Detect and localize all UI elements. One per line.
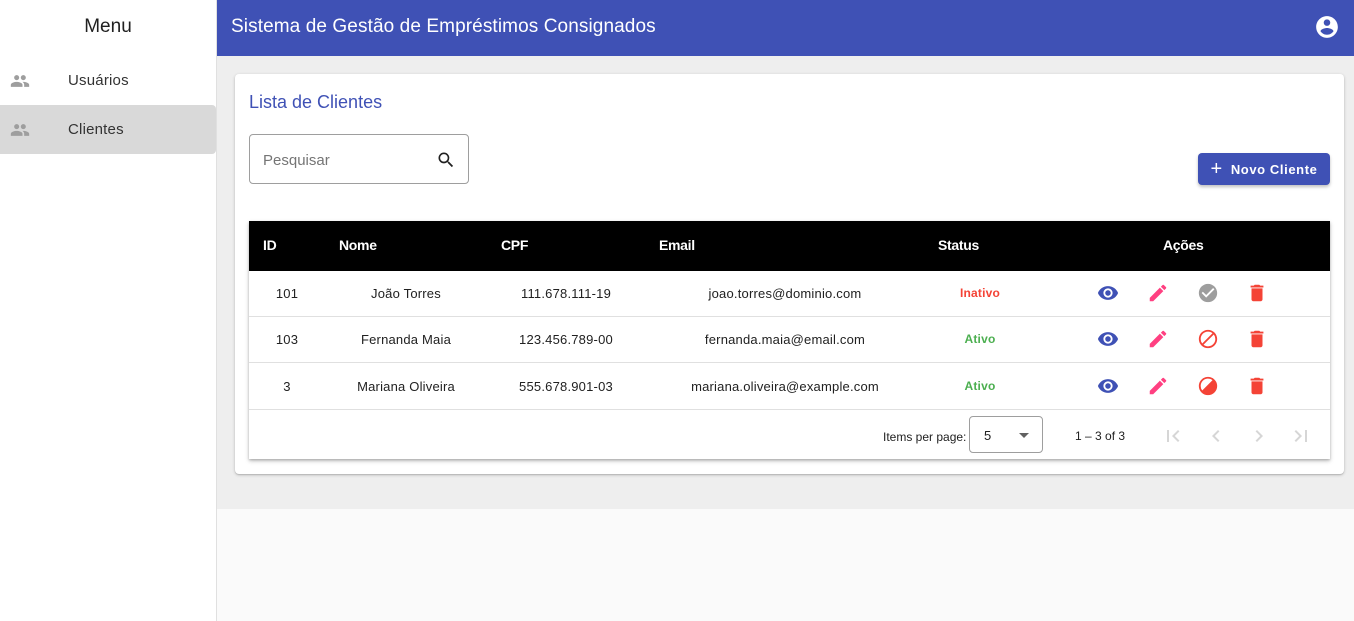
- app-title: Sistema de Gestão de Empréstimos Consign…: [231, 16, 656, 37]
- column-header-status[interactable]: Status: [938, 237, 979, 253]
- items-per-page-label: Items per page:: [883, 430, 967, 444]
- new-client-button[interactable]: + Novo Cliente: [1198, 153, 1330, 185]
- block-icon[interactable]: [1197, 328, 1219, 350]
- people-icon: [10, 75, 30, 87]
- cell-cpf: 123.456.789-00: [519, 332, 613, 347]
- cell-id: 101: [275, 286, 299, 301]
- status-badge: Inativo: [959, 286, 1001, 300]
- table-header: ID Nome CPF Email Status Ações: [249, 221, 1330, 271]
- new-client-label: Novo Cliente: [1230, 161, 1318, 177]
- trash-icon[interactable]: [1246, 328, 1268, 350]
- cell-email: fernanda.maia@email.com: [704, 332, 866, 347]
- sidebar-item-usuarios[interactable]: Usuários: [0, 56, 216, 105]
- next-page-icon[interactable]: [1247, 424, 1271, 448]
- previous-page-icon[interactable]: [1204, 424, 1228, 448]
- cell-nome: Fernanda Maia: [360, 332, 452, 347]
- last-page-icon[interactable]: [1289, 424, 1313, 448]
- page-size-value: 5: [984, 428, 992, 443]
- plus-icon: +: [1210, 158, 1223, 180]
- status-badge: Ativo: [964, 332, 996, 346]
- sidebar-item-label: Clientes: [68, 121, 124, 138]
- eye-icon[interactable]: [1097, 328, 1119, 350]
- sidebar-item-label: Usuários: [68, 72, 129, 89]
- app-header: Sistema de Gestão de Empréstimos Consign…: [217, 0, 1354, 56]
- check-circle-icon[interactable]: [1197, 282, 1219, 304]
- people-icon: [10, 124, 30, 136]
- cell-id: 103: [275, 332, 299, 347]
- eye-icon[interactable]: [1097, 282, 1119, 304]
- account-circle-icon[interactable]: [1314, 14, 1340, 40]
- cell-nome: João Torres: [371, 286, 441, 301]
- sidebar: Menu Usuários Clientes: [0, 0, 217, 621]
- page-range-label: 1 – 3 of 3: [1075, 429, 1126, 443]
- column-header-nome[interactable]: Nome: [339, 237, 377, 253]
- pencil-icon[interactable]: [1147, 328, 1169, 350]
- column-header-cpf[interactable]: CPF: [501, 237, 528, 253]
- search-icon[interactable]: [436, 150, 456, 170]
- trash-icon[interactable]: [1246, 282, 1268, 304]
- table-row: 103 Fernanda Maia 123.456.789-00 fernand…: [249, 317, 1330, 363]
- first-page-icon[interactable]: [1161, 424, 1185, 448]
- column-header-acoes: Ações: [1163, 237, 1204, 253]
- page-size-select[interactable]: 5: [969, 416, 1043, 453]
- paginator: Items per page: 5 1 – 3 of 3: [249, 361, 1330, 459]
- column-header-id[interactable]: ID: [263, 237, 277, 253]
- search-field[interactable]: [249, 134, 469, 184]
- chevron-down-icon: [1019, 433, 1029, 438]
- clients-card: Lista de Clientes + Novo Cliente ID Nome…: [235, 74, 1344, 474]
- cell-cpf: 111.678.111-19: [520, 286, 612, 301]
- clients-table: ID Nome CPF Email Status Ações 101 João …: [249, 221, 1330, 459]
- search-input[interactable]: [263, 149, 433, 171]
- table-row: 101 João Torres 111.678.111-19 joao.torr…: [249, 271, 1330, 317]
- sidebar-item-clientes[interactable]: Clientes: [0, 105, 216, 154]
- pencil-icon[interactable]: [1147, 282, 1169, 304]
- cell-email: joao.torres@dominio.com: [708, 286, 862, 301]
- sidebar-title: Menu: [84, 16, 132, 37]
- column-header-email[interactable]: Email: [659, 237, 695, 253]
- page-title: Lista de Clientes: [249, 92, 383, 112]
